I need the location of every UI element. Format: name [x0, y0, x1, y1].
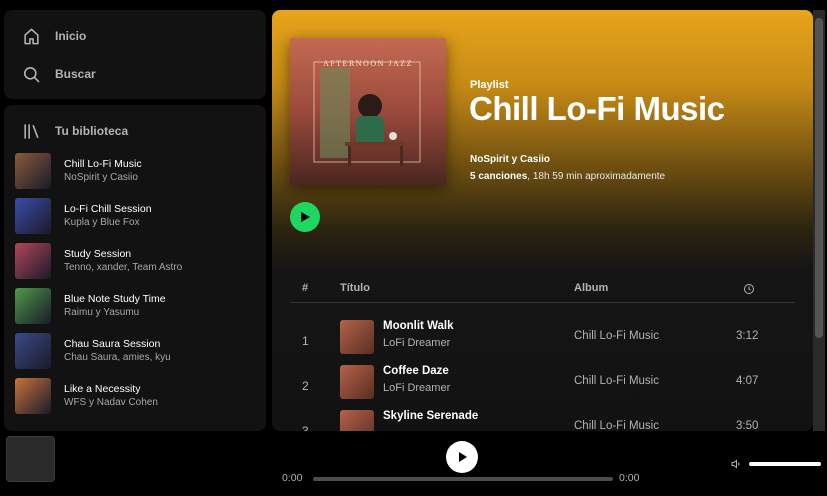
library-item-subtitle: NoSpirit y Casiio	[64, 172, 138, 183]
track-artist[interactable]: LoFi Dreamer	[383, 337, 450, 349]
now-playing-artwork	[6, 436, 55, 482]
track-album[interactable]: Chill Lo-Fi Music	[574, 420, 659, 431]
player-play-button[interactable]	[446, 441, 478, 473]
library-icon	[24, 123, 39, 139]
search-icon	[23, 66, 40, 82]
library-item-cover	[15, 288, 51, 324]
track-number: 2	[302, 379, 309, 393]
library-item[interactable]: Chau Saura Session Chau Saura, amies, kyu	[15, 333, 260, 369]
home-icon	[24, 28, 39, 44]
library-item-subtitle: WFS y Nadav Cohen	[64, 397, 158, 408]
track-album[interactable]: Chill Lo-Fi Music	[574, 375, 659, 387]
library-item[interactable]: Like a Necessity WFS y Nadav Cohen	[15, 378, 260, 414]
cover-text: AFTERNOON JAZZ	[322, 59, 414, 68]
library-item-subtitle: Raimu y Yasumu	[64, 307, 140, 318]
library-item-cover	[15, 198, 51, 234]
library-item-subtitle: Tenno, xander, Team Astro	[64, 262, 183, 273]
nav-search[interactable]: Buscar	[22, 62, 96, 86]
library-item[interactable]: Lo-Fi Chill Session Kupla y Blue Fox	[15, 198, 260, 234]
track-title: Skyline Serenade	[383, 410, 479, 422]
library-item-title: Like a Necessity	[64, 383, 141, 395]
track-duration: 3:50	[736, 420, 759, 431]
nav-search-label: Buscar	[55, 67, 96, 81]
volume-icon[interactable]	[730, 458, 743, 470]
library-item-title: Study Session	[64, 248, 132, 260]
col-title-header[interactable]: Título	[340, 282, 370, 294]
library-item-cover	[15, 378, 51, 414]
library-item-title: Blue Note Study Time	[64, 293, 166, 305]
volume-slider[interactable]	[749, 462, 821, 466]
track-album[interactable]: Chill Lo-Fi Music	[574, 330, 659, 342]
nav-panel: Inicio Buscar	[4, 10, 266, 99]
col-num-header: #	[302, 282, 309, 294]
current-time: 0:00	[282, 472, 303, 484]
track-cover	[340, 320, 374, 354]
playlist-meta: 5 canciones, 18h 59 min aproximadamente	[470, 171, 665, 182]
progress-bar[interactable]	[313, 477, 613, 481]
track-cover	[340, 410, 374, 431]
clock-icon	[744, 284, 754, 294]
library-item-title: Chau Saura Session	[64, 338, 161, 350]
library-item-cover	[15, 333, 51, 369]
col-album-header[interactable]: Album	[574, 282, 608, 294]
playlist-duration: , 18h 59 min aproximadamente	[527, 171, 666, 182]
track-cover	[340, 365, 374, 399]
library-item-cover	[15, 153, 51, 189]
track-duration: 3:12	[736, 330, 759, 342]
play-icon	[301, 212, 310, 222]
library-panel: Tu biblioteca Chill Lo-Fi Music NoSpirit …	[4, 105, 266, 431]
library-title: Tu biblioteca	[55, 124, 129, 138]
library-header[interactable]: Tu biblioteca	[22, 121, 128, 141]
track-artist[interactable]: LoFi Dreamer	[383, 382, 450, 394]
track-number: 1	[302, 334, 309, 348]
scrollbar-thumb[interactable]	[815, 18, 823, 338]
nav-home-label: Inicio	[55, 29, 87, 43]
library-item[interactable]: Blue Note Study Time Raimu y Yasumu	[15, 288, 260, 324]
library-item[interactable]: Chill Lo-Fi Music NoSpirit y Casiio	[15, 153, 260, 189]
library-item-subtitle: Chau Saura, amies, kyu	[64, 352, 171, 363]
total-time: 0:00	[619, 472, 640, 484]
playlist-view: AFTERNOON JAZZ Playlist Chill Lo-Fi Musi…	[272, 10, 813, 431]
play-icon	[459, 452, 467, 462]
playlist-owner[interactable]: NoSpirit y Casiio	[470, 154, 550, 165]
track-row[interactable]: 3 Skyline Serenade Chill Lo-Fi Music 3:50	[290, 410, 795, 431]
play-button[interactable]	[290, 202, 320, 232]
main-scrollbar[interactable]	[813, 10, 825, 431]
track-row[interactable]: 2 Coffee Daze LoFi Dreamer Chill Lo-Fi Musi…	[290, 365, 795, 409]
library-item-cover	[15, 243, 51, 279]
library-item[interactable]: Study Session Tenno, xander, Team Astro	[15, 243, 260, 279]
playlist-cover: AFTERNOON JAZZ	[290, 38, 446, 185]
track-number: 3	[302, 424, 309, 431]
track-title: Coffee Daze	[383, 365, 449, 377]
track-duration: 4:07	[736, 375, 759, 387]
library-item-title: Chill Lo-Fi Music	[64, 158, 142, 170]
library-item-title: Lo-Fi Chill Session	[64, 203, 152, 215]
playlist-title: Chill Lo-Fi Music	[469, 90, 725, 127]
track-title: Moonlit Walk	[383, 320, 454, 332]
track-row[interactable]: 1 Moonlit Walk LoFi Dreamer Chill Lo-Fi Mus…	[290, 320, 795, 364]
col-duration-header[interactable]	[743, 283, 755, 298]
header-divider	[290, 302, 795, 303]
library-item-subtitle: Kupla y Blue Fox	[64, 217, 140, 228]
nav-home[interactable]: Inicio	[22, 24, 86, 48]
song-count: 5 canciones	[470, 171, 528, 182]
